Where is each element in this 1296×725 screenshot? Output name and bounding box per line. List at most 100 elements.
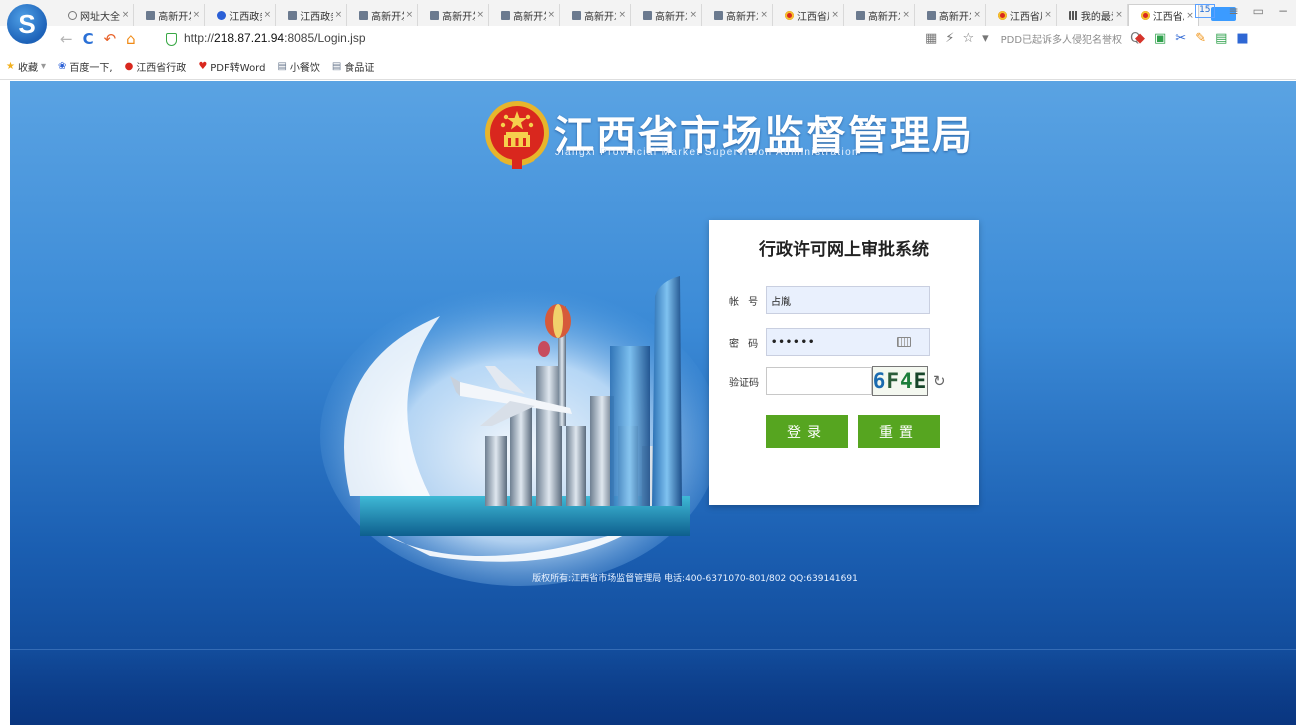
- screenshot-scissors-icon[interactable]: ✂: [1175, 31, 1186, 46]
- tab[interactable]: 高新开发×: [418, 4, 490, 26]
- favorite-star-icon[interactable]: ☆: [962, 31, 974, 46]
- system-title: 行政许可网上审批系统: [759, 240, 929, 260]
- close-icon[interactable]: ×: [618, 10, 626, 20]
- close-icon[interactable]: ×: [193, 10, 201, 20]
- tab[interactable]: 高新开发×: [560, 4, 632, 26]
- refresh-captcha-icon[interactable]: ↻: [933, 372, 946, 390]
- agency-subtitle: Jiangxi Provincial Market Supervision Ad…: [555, 147, 860, 158]
- reload-button[interactable]: C: [83, 30, 94, 48]
- close-icon[interactable]: ×: [406, 10, 414, 20]
- tab[interactable]: 高新开发×: [915, 4, 986, 26]
- bookmark-item[interactable]: ❀ 百度一下,: [58, 59, 113, 74]
- captcha-input[interactable]: [766, 367, 872, 395]
- tab-title: 高新开发: [158, 11, 190, 23]
- close-icon[interactable]: ×: [1044, 10, 1052, 20]
- tab[interactable]: 我的最爱×: [1057, 4, 1128, 26]
- emblem-icon: [784, 10, 794, 20]
- secure-shield-icon[interactable]: [166, 33, 177, 46]
- tab-title: 高新开发: [513, 11, 545, 23]
- reset-button[interactable]: 重置: [858, 415, 940, 448]
- url-field[interactable]: http://218.87.21.94:8085/Login.jsp: [184, 31, 366, 45]
- bookmark-item[interactable]: ★ 收藏 ▾: [6, 59, 46, 74]
- tab[interactable]: 江西省局×: [1127, 4, 1199, 26]
- globe-icon: [68, 10, 77, 20]
- tab-list: 网址大全×高新开发×江西政务×江西政务×高新开发×高新开发×高新开发×高新开发×…: [56, 4, 1237, 26]
- accelerate-icon[interactable]: ⚡: [945, 31, 954, 46]
- tab[interactable]: 高新开发×: [844, 4, 915, 26]
- bookmark-item[interactable]: ▤ 食品证: [332, 59, 374, 74]
- close-icon[interactable]: ×: [689, 10, 697, 20]
- password-value: ••••••: [771, 336, 816, 348]
- tab[interactable]: 江西政务×: [276, 4, 348, 26]
- tab[interactable]: 高新开发×: [347, 4, 419, 26]
- menu-icon[interactable]: ≡: [1229, 4, 1239, 18]
- close-icon[interactable]: ×: [122, 10, 130, 20]
- tab-title: 江西政务: [229, 11, 261, 23]
- close-icon[interactable]: ×: [831, 10, 839, 20]
- tab-title: 高新开发: [726, 11, 758, 23]
- close-icon[interactable]: ×: [548, 10, 556, 20]
- paw-icon: [217, 10, 227, 20]
- extension-orange-icon[interactable]: ✎: [1195, 31, 1206, 46]
- browser-logo[interactable]: S: [7, 4, 47, 44]
- tab[interactable]: 网址大全 ×: [56, 4, 135, 26]
- extension-green-icon[interactable]: ▤: [1215, 31, 1227, 46]
- tab-title: 江西省局: [796, 11, 829, 23]
- divider: [10, 649, 1296, 650]
- star-icon: ★: [6, 61, 15, 72]
- search-suggestion[interactable]: PDD已起诉多人侵犯名誉权: [1001, 31, 1122, 46]
- extension-blue-icon[interactable]: ■: [1236, 31, 1248, 46]
- bookmark-item[interactable]: ♥ PDF转Word: [198, 59, 265, 74]
- tab[interactable]: 高新开发×: [631, 4, 702, 26]
- close-icon[interactable]: ×: [335, 10, 343, 20]
- page-icon: [146, 10, 156, 20]
- tab[interactable]: 江西省局×: [773, 4, 844, 26]
- account-value: 占胤: [771, 296, 791, 308]
- password-input[interactable]: ••••••: [766, 328, 930, 356]
- translate-icon[interactable]: ▣: [1154, 31, 1166, 46]
- qr-code-icon[interactable]: ▦: [925, 31, 937, 46]
- close-icon[interactable]: ×: [1186, 11, 1194, 21]
- account-input[interactable]: 占胤: [766, 286, 930, 314]
- tab[interactable]: 高新开发×: [702, 4, 773, 26]
- close-icon[interactable]: ×: [760, 10, 768, 20]
- back-button[interactable]: ←: [60, 30, 73, 48]
- chevron-down-icon[interactable]: ▾: [41, 61, 46, 72]
- tab[interactable]: 江西省局×: [986, 4, 1057, 26]
- tab-title: 江西政务: [300, 11, 332, 23]
- captcha-char: E: [913, 369, 928, 393]
- close-icon[interactable]: ×: [264, 10, 272, 20]
- tab[interactable]: 高新开发×: [489, 4, 561, 26]
- close-icon[interactable]: ×: [902, 10, 910, 20]
- bookmark-item[interactable]: ▤ 小餐饮: [277, 59, 319, 74]
- close-icon[interactable]: ×: [477, 10, 485, 20]
- tab-title: 江西省局: [1152, 12, 1184, 23]
- close-icon[interactable]: ×: [1115, 10, 1123, 20]
- tab[interactable]: 江西政务×: [205, 4, 277, 26]
- soft-keyboard-icon[interactable]: [897, 337, 911, 347]
- undo-close-button[interactable]: ↶: [104, 30, 117, 48]
- home-button[interactable]: ⌂: [126, 30, 136, 48]
- tab[interactable]: 高新开发×: [134, 4, 206, 26]
- city-wave-illustration: [320, 276, 720, 586]
- minimize-icon[interactable]: −: [1278, 4, 1288, 18]
- extension-red-icon[interactable]: ◆: [1135, 31, 1145, 46]
- url-prefix: http://: [184, 31, 215, 45]
- account-label: 帐 号: [729, 296, 762, 308]
- dropdown-icon[interactable]: ▾: [982, 31, 989, 46]
- tab-count-badge[interactable]: 15: [1195, 4, 1215, 18]
- bookmark-item[interactable]: ● 江西省行政: [125, 59, 187, 74]
- nav-buttons: ← C ↶ ⌂: [60, 30, 136, 48]
- password-label: 密 码: [729, 338, 762, 350]
- page-icon: [572, 10, 582, 20]
- close-icon[interactable]: ×: [973, 10, 981, 20]
- national-emblem-icon: [485, 101, 549, 169]
- address-bar: ← C ↶ ⌂ http://218.87.21.94:8085/Login.j…: [0, 26, 1296, 54]
- captcha-image[interactable]: 6F4E: [872, 366, 928, 396]
- skin-icon[interactable]: ▭: [1253, 4, 1264, 18]
- password-row: 密 码: [729, 327, 767, 357]
- tab-title: 高新开发: [938, 11, 971, 23]
- tab-title: 高新开发: [584, 11, 616, 23]
- tab-title: 高新开发: [371, 11, 403, 23]
- login-button[interactable]: 登录: [766, 415, 848, 448]
